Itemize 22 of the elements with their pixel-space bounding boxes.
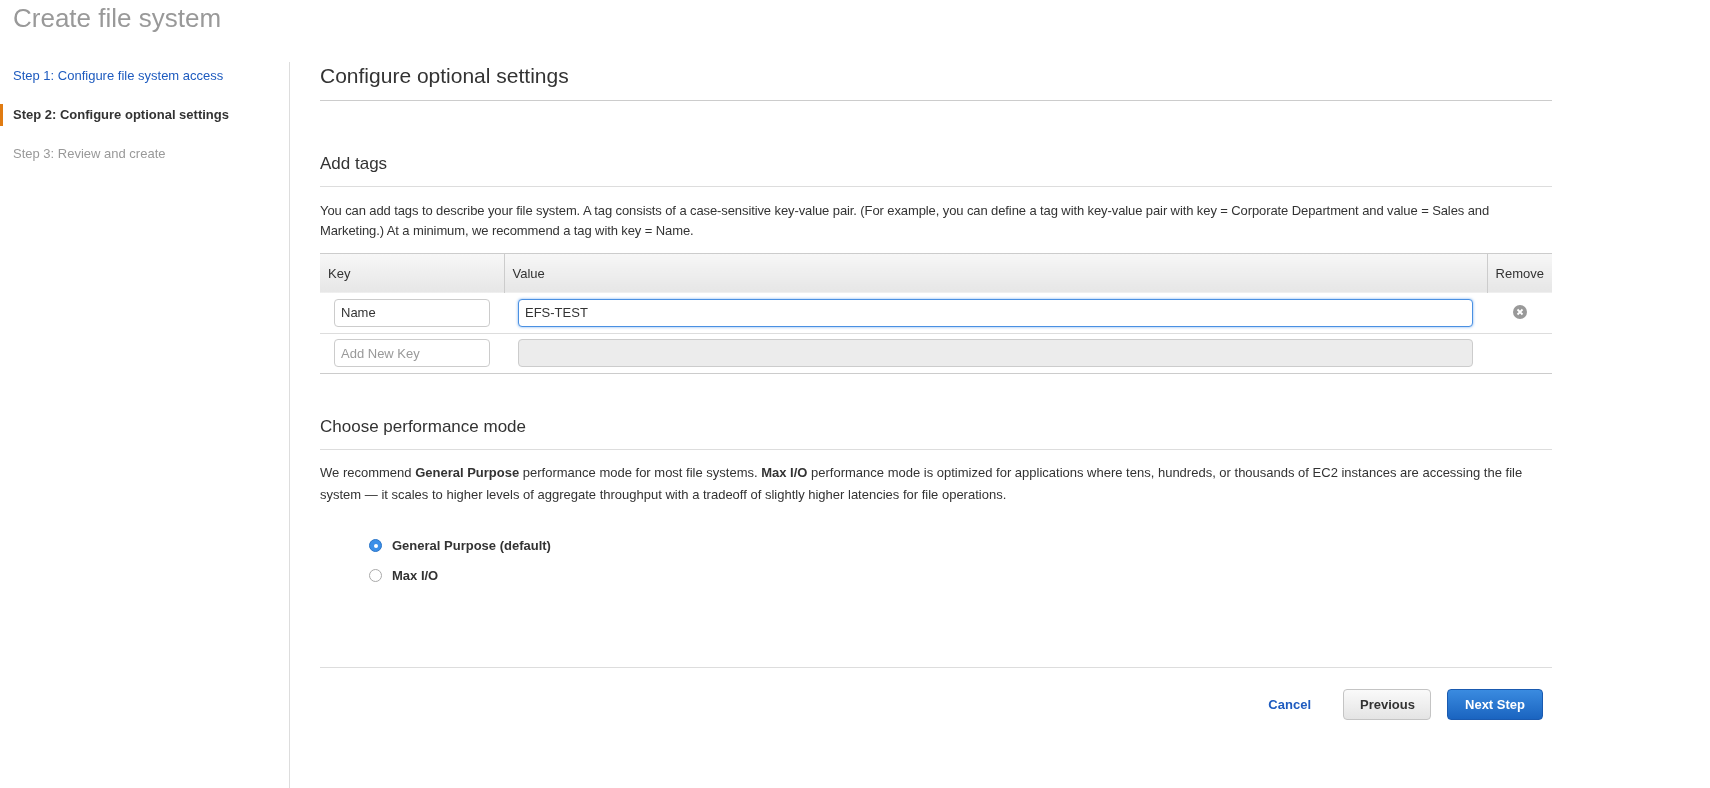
- performance-description: We recommend General Purpose performance mode for most file systems. Max I/O performance mode is optimized for applications where tens, hundreds, or thousands of EC2 instances are accessing the file system — it scales to higher levels of aggregate throughput with a tradeoff of slightly higher latencies for file operations.: [320, 464, 1524, 504]
- radio-button[interactable]: [369, 539, 382, 553]
- section-title: Add tags: [320, 151, 1552, 187]
- radio-label[interactable]: Max I/O: [392, 565, 439, 585]
- radio-label[interactable]: General Purpose (default): [392, 536, 551, 556]
- wizard-button[interactable]: Next Step: [1447, 689, 1543, 720]
- tags-description: You can add tags to describe your file system. A tag consists of a case-sensitive key-value pair. (For example, you can define a tag with key-value pair with key = Corporate Department and value = Sales and Marketing.) At a minimum, we recommend a tag with key = Name.: [320, 201, 1491, 240]
- wizard-button[interactable]: Previous: [1343, 689, 1431, 720]
- tag-key-field[interactable]: Add New Key: [334, 339, 490, 367]
- column-header: Value: [504, 253, 1488, 293]
- wizard-step-link[interactable]: Step 2: Configure optional settings: [0, 104, 289, 126]
- column-header: Key: [320, 253, 504, 293]
- page-title: Create file system: [12, 2, 223, 34]
- wizard-step-link[interactable]: Step 1: Configure file system access: [0, 65, 289, 87]
- remove-icon[interactable]: [1512, 304, 1527, 319]
- tag-key-field[interactable]: Name: [334, 298, 490, 327]
- radio-button[interactable]: [369, 568, 382, 582]
- section-heading: Configure optional settings: [320, 62, 1552, 101]
- cancel-link[interactable]: Cancel: [1252, 689, 1327, 720]
- column-header: Remove: [1487, 253, 1552, 293]
- tag-value-field[interactable]: EFS-TEST: [518, 298, 1474, 327]
- section-title: Choose performance mode: [320, 413, 1552, 450]
